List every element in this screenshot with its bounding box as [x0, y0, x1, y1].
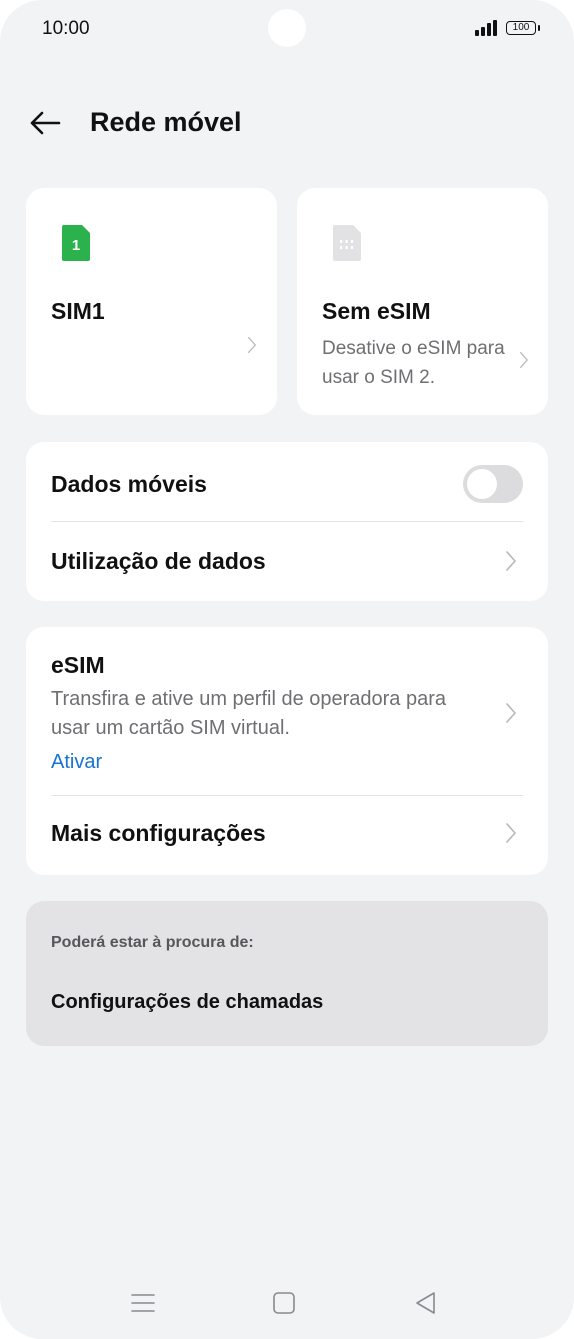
esim-status-card[interactable]: Sem eSIM Desative o eSIM para usar o SIM…: [297, 188, 548, 415]
back-triangle-icon[interactable]: [413, 1290, 439, 1316]
mobile-data-toggle[interactable]: [463, 465, 523, 503]
sim-card-icon: 1: [62, 225, 90, 261]
data-settings-card: Dados móveis Utilização de dados: [26, 442, 548, 601]
call-settings-link[interactable]: Configurações de chamadas: [51, 991, 323, 1014]
phone-screen: 10:00 100 Rede móvel 1 SIM1 Sem eSIM Des…: [0, 0, 574, 1339]
esim-row[interactable]: eSIM Transfira e ative um perfil de oper…: [26, 627, 548, 795]
page-title: Rede móvel: [90, 107, 242, 137]
battery-cap: [538, 25, 540, 31]
battery-level: 100: [512, 22, 530, 33]
chevron-right-icon: [506, 703, 516, 723]
suggestions-card: Poderá estar à procura de: Configurações…: [26, 901, 548, 1046]
chevron-right-icon: [248, 336, 256, 354]
esim-activate-link[interactable]: Ativar: [51, 751, 102, 774]
arrow-left-icon[interactable]: [28, 108, 62, 138]
home-icon[interactable]: [271, 1290, 297, 1316]
esim-chip-icon: [333, 225, 361, 261]
chevron-right-icon: [506, 823, 516, 843]
sim1-title: SIM1: [51, 298, 105, 324]
more-settings-label: Mais configurações: [51, 820, 266, 846]
esim-status-title: Sem eSIM: [322, 298, 431, 324]
mobile-data-row[interactable]: Dados móveis: [26, 442, 548, 521]
status-time: 10:00: [42, 18, 90, 39]
sim1-card[interactable]: 1 SIM1: [26, 188, 277, 415]
esim-title: eSIM: [51, 652, 105, 678]
menu-icon[interactable]: [130, 1290, 156, 1316]
esim-description: Transfira e ative um perfil de operadora…: [51, 688, 447, 739]
status-bar: 10:00 100: [0, 0, 574, 60]
camera-cutout: [268, 9, 306, 47]
chevron-right-icon: [520, 351, 528, 369]
sim1-number: 1: [72, 237, 80, 254]
mobile-data-label: Dados móveis: [51, 471, 207, 497]
signal-icon: [475, 20, 497, 36]
esim-card: eSIM Transfira e ative um perfil de oper…: [26, 627, 548, 875]
battery-icon: 100: [506, 21, 536, 35]
suggestions-heading: Poderá estar à procura de:: [51, 934, 254, 951]
data-usage-row[interactable]: Utilização de dados: [26, 522, 548, 601]
toggle-knob: [467, 469, 497, 499]
data-usage-label: Utilização de dados: [51, 548, 266, 574]
esim-status-description: Desative o eSIM para usar o SIM 2.: [322, 338, 505, 388]
more-settings-row[interactable]: Mais configurações: [26, 796, 548, 875]
chevron-right-icon: [506, 551, 516, 571]
